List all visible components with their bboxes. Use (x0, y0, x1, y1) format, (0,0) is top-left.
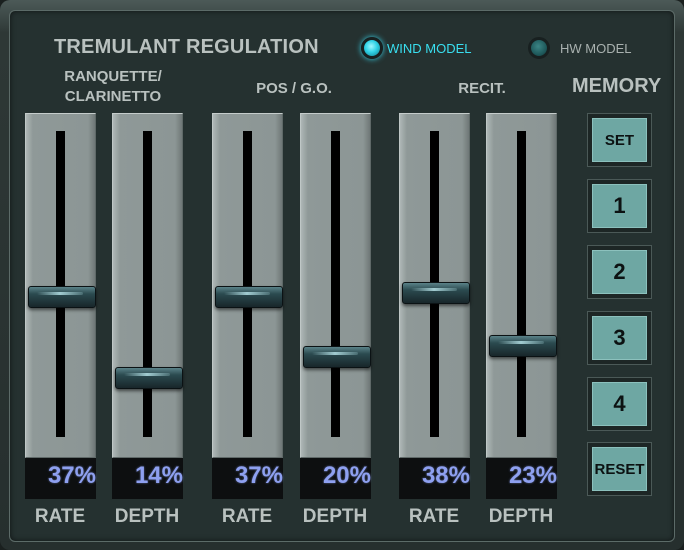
fader-label-rate: RATE (34, 506, 86, 527)
memory-4-button[interactable]: 4 (587, 377, 652, 431)
fader-handle[interactable] (215, 285, 283, 308)
fader-handle[interactable] (28, 285, 96, 308)
fader-6[interactable]: 23% (486, 113, 557, 499)
fader-4[interactable]: 20% (300, 113, 371, 499)
group-label-ranquette-clarinetto: RANQUETTE/ CLARINETTO (38, 67, 188, 107)
memory-set-button[interactable]: SET (587, 113, 652, 167)
fader-slot (56, 131, 65, 437)
fader-handle[interactable] (115, 367, 183, 390)
fader-slot (331, 131, 340, 437)
fader-slot (143, 131, 152, 437)
fader-label-rate: RATE (221, 506, 273, 527)
memory-label: MEMORY (572, 75, 662, 97)
fader-value: 37% (47, 462, 96, 489)
fader-value: 38% (421, 462, 470, 489)
fader-handle[interactable] (489, 335, 557, 358)
fader-value: 14% (134, 462, 183, 489)
fader-handle[interactable] (402, 282, 470, 305)
fader-value: 37% (234, 462, 283, 489)
wind-model-toggle[interactable]: WIND MODEL (361, 35, 472, 61)
hw-model-toggle[interactable]: HW MODEL (528, 35, 632, 61)
panel-title: TREMULANT REGULATION (54, 36, 319, 58)
wind-model-label: WIND MODEL (387, 40, 472, 56)
hw-model-led-icon (528, 37, 550, 59)
fader-slot (517, 131, 526, 437)
memory-reset-button[interactable]: RESET (587, 442, 652, 496)
hw-model-label: HW MODEL (560, 40, 632, 56)
group-label-recit: RECIT. (458, 80, 506, 97)
fader-2[interactable]: 14% (112, 113, 183, 499)
fader-slot (243, 131, 252, 437)
memory-1-button[interactable]: 1 (587, 179, 652, 233)
fader-label-rate: RATE (408, 506, 460, 527)
fader-label-depth: DEPTH (114, 506, 180, 527)
group-label-text: RANQUETTE/ CLARINETTO (64, 68, 162, 105)
fader-value: 23% (508, 462, 557, 489)
fader-handle[interactable] (303, 346, 371, 368)
fader-1[interactable]: 37% (25, 113, 96, 499)
memory-3-button[interactable]: 3 (587, 311, 652, 365)
memory-2-button[interactable]: 2 (587, 245, 652, 299)
fader-3[interactable]: 37% (212, 113, 283, 499)
fader-5[interactable]: 38% (399, 113, 470, 499)
fader-label-depth: DEPTH (488, 506, 554, 527)
wind-model-led-icon (361, 37, 383, 59)
fader-value: 20% (322, 462, 371, 489)
fader-label-depth: DEPTH (302, 506, 368, 527)
group-label-pos-go: POS / G.O. (256, 80, 332, 97)
